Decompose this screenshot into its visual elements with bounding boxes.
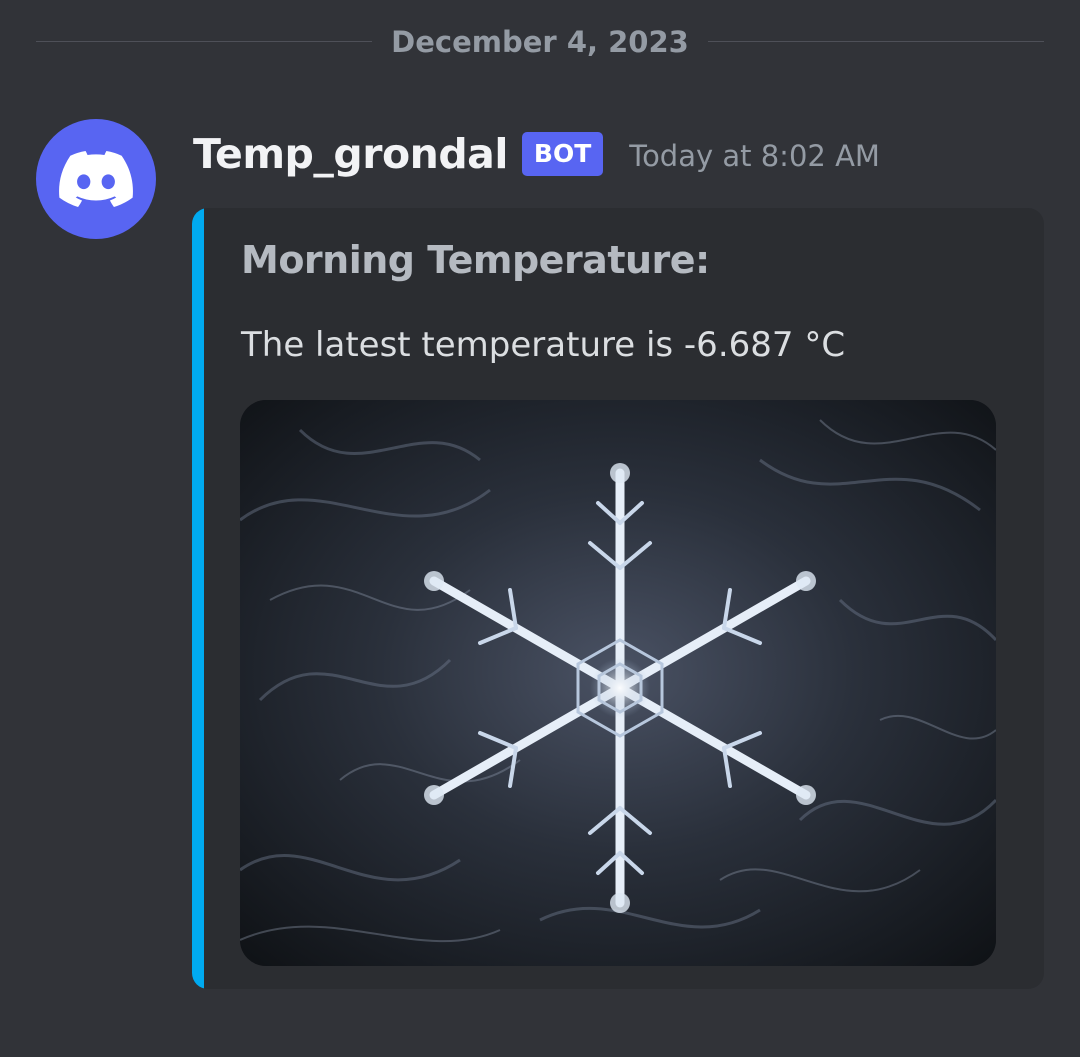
- discord-logo-icon: [59, 151, 133, 207]
- snowflake-image: [240, 400, 996, 966]
- chat-view: December 4, 2023 Temp_grondal BOT Today …: [0, 0, 1080, 1057]
- divider-line-right: [708, 41, 1044, 42]
- divider-line-left: [36, 41, 372, 42]
- author-name[interactable]: Temp_grondal: [193, 130, 508, 178]
- date-divider-label: December 4, 2023: [391, 25, 689, 59]
- message-header: Temp_grondal BOT Today at 8:02 AM: [193, 126, 880, 182]
- date-divider: December 4, 2023: [36, 22, 1044, 62]
- message-embed: Morning Temperature: The latest temperat…: [192, 208, 1044, 989]
- embed-accent-bar: [192, 208, 204, 989]
- embed-image[interactable]: [240, 400, 996, 966]
- embed-title: Morning Temperature:: [241, 238, 710, 282]
- avatar[interactable]: [36, 119, 156, 239]
- embed-description: The latest temperature is -6.687 °C: [241, 325, 846, 365]
- message-timestamp[interactable]: Today at 8:02 AM: [629, 135, 880, 173]
- bot-badge: BOT: [521, 132, 604, 176]
